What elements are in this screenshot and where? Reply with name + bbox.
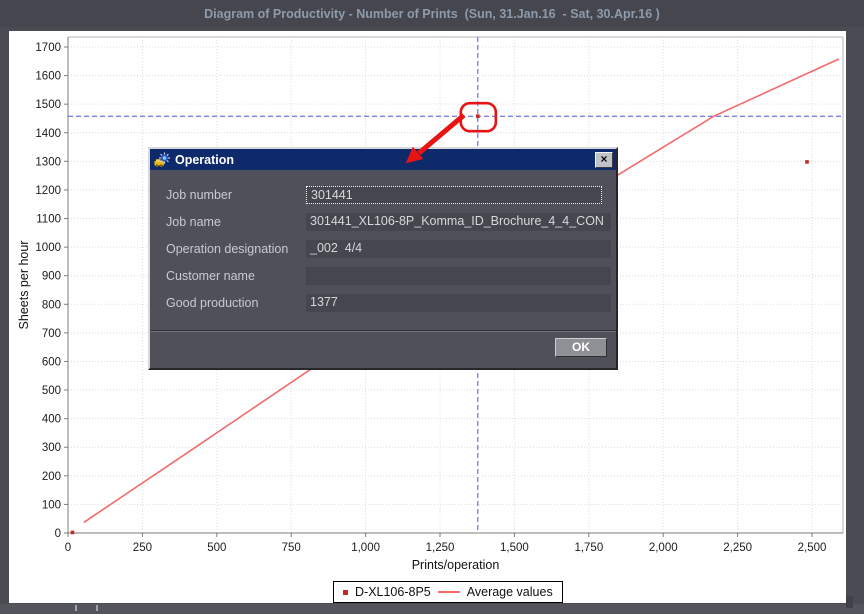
x-tick-label: 2,000 — [649, 542, 678, 554]
field-row-job-number: Job number 301441 — [150, 186, 616, 204]
y-tick-label: 500 — [42, 385, 61, 397]
dialog-titlebar[interactable]: Operation × — [150, 149, 616, 170]
operation-dialog: Operation × Job number 301441 Job name 3… — [148, 147, 618, 370]
window-corner-mark — [846, 596, 853, 608]
dialog-title: Operation — [175, 153, 590, 167]
data-point[interactable] — [71, 531, 75, 535]
series-marker-icon — [343, 590, 348, 595]
application-window: Diagram of Productivity - Number of Prin… — [0, 0, 864, 614]
y-tick-label: 1000 — [35, 242, 61, 254]
customer-name-label: Customer name — [166, 267, 255, 285]
data-point[interactable] — [476, 114, 480, 118]
x-tick-label: 1,750 — [574, 542, 603, 554]
y-tick-label: 300 — [42, 442, 61, 454]
y-axis-label: Sheets per hour — [17, 241, 31, 330]
y-tick-label: 1600 — [35, 71, 61, 83]
y-tick-label: 0 — [55, 528, 61, 540]
panel-divider-mark — [96, 605, 98, 611]
y-tick-label: 400 — [42, 414, 61, 426]
operation-dialog-icon — [154, 152, 170, 168]
field-row-customer-name: Customer name — [150, 267, 616, 285]
good-production-label: Good production — [166, 294, 258, 312]
field-row-job-name: Job name 301441_XL106-8P_Komma_ID_Brochu… — [150, 213, 616, 231]
x-tick-label: 250 — [133, 542, 152, 554]
close-button[interactable]: × — [595, 152, 613, 168]
y-tick-label: 1400 — [35, 128, 61, 140]
bottom-panel — [0, 604, 864, 614]
x-tick-label: 2,250 — [723, 542, 752, 554]
x-tick-label: 1,250 — [426, 542, 455, 554]
legend-series-label: D-XL106-8P5 — [355, 585, 431, 599]
panel-divider-mark — [75, 605, 77, 611]
x-tick-label: 2,500 — [798, 542, 827, 554]
data-point[interactable] — [805, 160, 809, 164]
customer-name-field[interactable] — [306, 267, 611, 285]
dialog-separator — [150, 330, 616, 332]
job-number-field[interactable]: 301441 — [306, 186, 602, 204]
y-tick-label: 900 — [42, 271, 61, 283]
good-production-field[interactable]: 1377 — [306, 294, 611, 312]
y-tick-label: 600 — [42, 356, 61, 368]
x-tick-label: 0 — [65, 542, 71, 554]
chart-legend: D-XL106-8P5 Average values — [333, 581, 563, 603]
job-name-label: Job name — [166, 213, 221, 231]
x-tick-label: 500 — [207, 542, 226, 554]
x-tick-label: 1,500 — [500, 542, 529, 554]
y-tick-label: 800 — [42, 299, 61, 311]
y-tick-label: 100 — [42, 499, 61, 511]
y-tick-label: 700 — [42, 328, 61, 340]
x-tick-label: 750 — [282, 542, 301, 554]
x-tick-label: 1,000 — [351, 542, 380, 554]
y-tick-label: 1100 — [36, 214, 61, 226]
job-name-field[interactable]: 301441_XL106-8P_Komma_ID_Brochure_4_4_CO… — [306, 213, 611, 231]
y-tick-label: 1500 — [35, 99, 61, 111]
operation-designation-label: Operation designation — [166, 240, 288, 258]
legend-line-label: Average values — [467, 585, 553, 599]
operation-designation-field[interactable]: _002 4/4 — [306, 240, 611, 258]
field-row-good-production: Good production 1377 — [150, 294, 616, 312]
x-axis-label: Prints/operation — [68, 558, 843, 572]
close-icon: × — [600, 152, 607, 166]
field-row-operation-designation: Operation designation _002 4/4 — [150, 240, 616, 258]
y-tick-label: 1200 — [35, 185, 61, 197]
y-tick-label: 200 — [42, 471, 61, 483]
window-title: Diagram of Productivity - Number of Prin… — [204, 7, 660, 21]
average-line-icon — [438, 591, 460, 593]
y-tick-label: 1700 — [35, 42, 61, 54]
window-header: Diagram of Productivity - Number of Prin… — [0, 0, 864, 27]
ok-button[interactable]: OK — [555, 338, 607, 357]
job-number-label: Job number — [166, 186, 232, 204]
y-tick-label: 1300 — [35, 156, 61, 168]
